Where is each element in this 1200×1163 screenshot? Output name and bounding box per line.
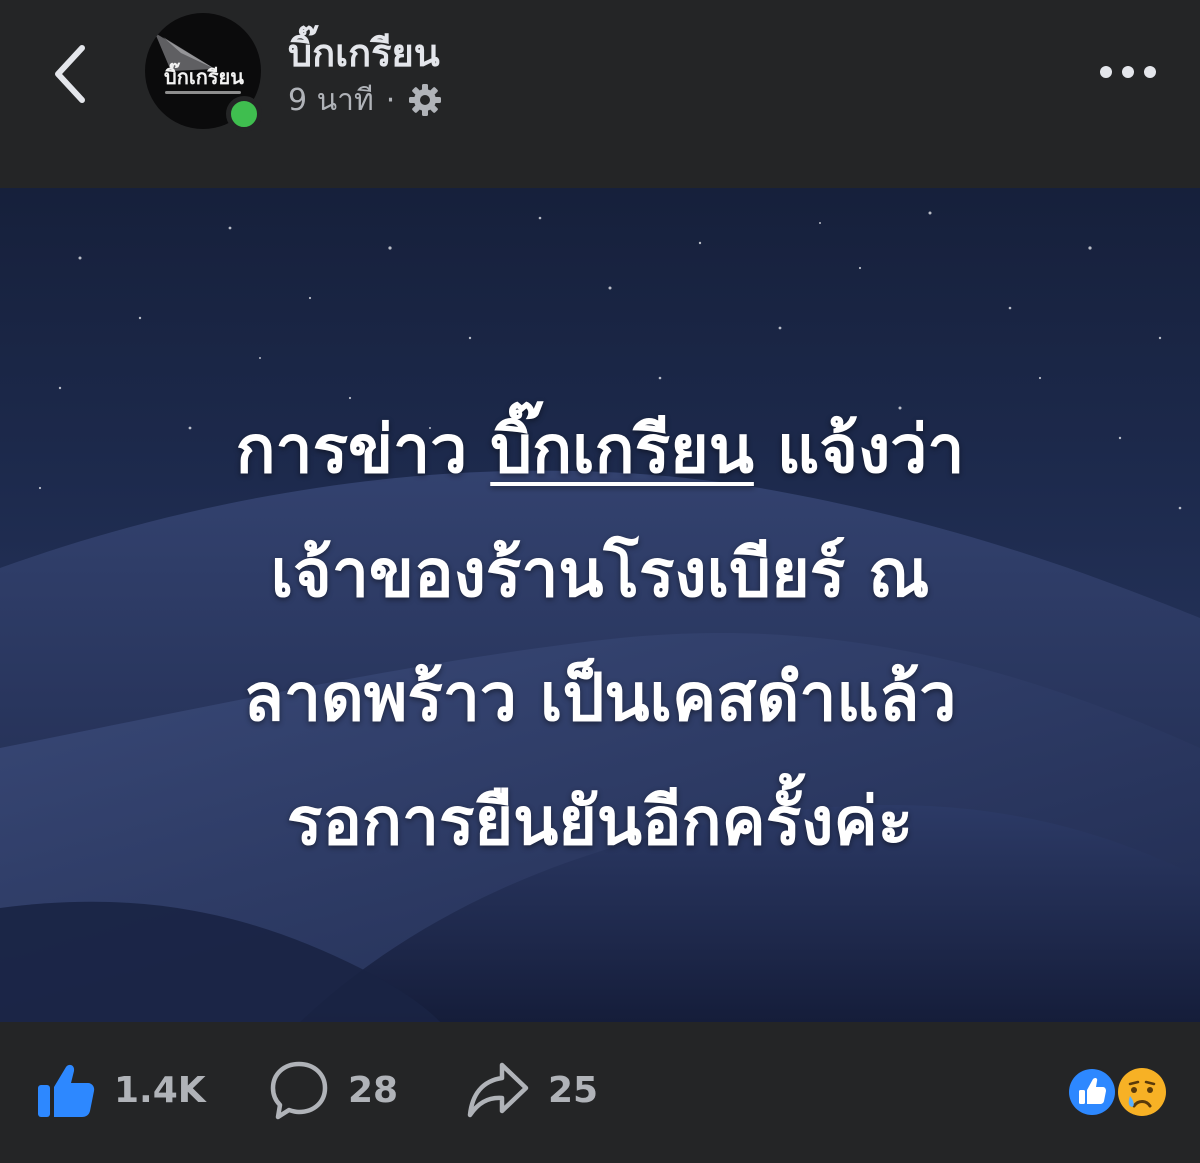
avatar-tagline [165,91,241,94]
like-count: 1.4K [114,1069,206,1111]
page-mention-link[interactable]: บิ๊กเกรียน [490,411,754,488]
post-time[interactable]: 9 นาที [288,77,374,124]
more-icon [1100,66,1156,78]
post-line-1-suffix: แจ้งว่า [753,411,965,488]
like-reaction-icon [1067,1067,1117,1117]
post-line-4: รอการยืนยันอีกครั้งค่ะ [286,783,914,860]
comment-icon [270,1061,328,1120]
post-message: การข่าว บิ๊กเกรียน แจ้งว่า เจ้าของร้านโร… [0,388,1200,884]
share-button[interactable]: 25 [466,1058,598,1122]
post-line-2: เจ้าของร้านโรงเบียร์ ณ [270,535,930,612]
post-line-1: การข่าว บิ๊กเกรียน แจ้งว่า [0,388,1200,512]
post-image[interactable]: การข่าว บิ๊กเกรียน แจ้งว่า เจ้าของร้านโร… [0,188,1200,1022]
post-line-3: ลาดพร้าว เป็นเคสดำแล้ว [243,659,957,736]
post-line-1-prefix: การข่าว [235,411,491,488]
back-chevron-icon [55,45,85,103]
more-options-button[interactable] [1096,52,1160,92]
comment-button[interactable]: 28 [268,1058,398,1122]
post-meta: 9 นาที · [288,80,443,120]
reactions-summary[interactable] [1066,1066,1170,1118]
page-name[interactable]: บิ๊กเกรียน [288,22,440,83]
share-icon [467,1062,529,1118]
sad-reaction-icon [1118,1068,1166,1116]
like-icon [38,1064,95,1117]
comment-count: 28 [348,1069,399,1111]
back-button[interactable] [40,32,104,116]
share-count: 25 [548,1069,599,1111]
online-status-indicator [226,96,262,132]
like-button[interactable]: 1.4K [36,1058,206,1122]
post-actions-bar: 1.4K 28 25 [0,1022,1200,1163]
gear-icon[interactable] [407,82,443,118]
meta-separator: · [385,82,396,118]
post-header: บิ๊กเกรียน บิ๊กเกรียน 9 นาที · [0,0,1200,188]
avatar-logo-text: บิ๊กเกรียน [164,65,244,89]
